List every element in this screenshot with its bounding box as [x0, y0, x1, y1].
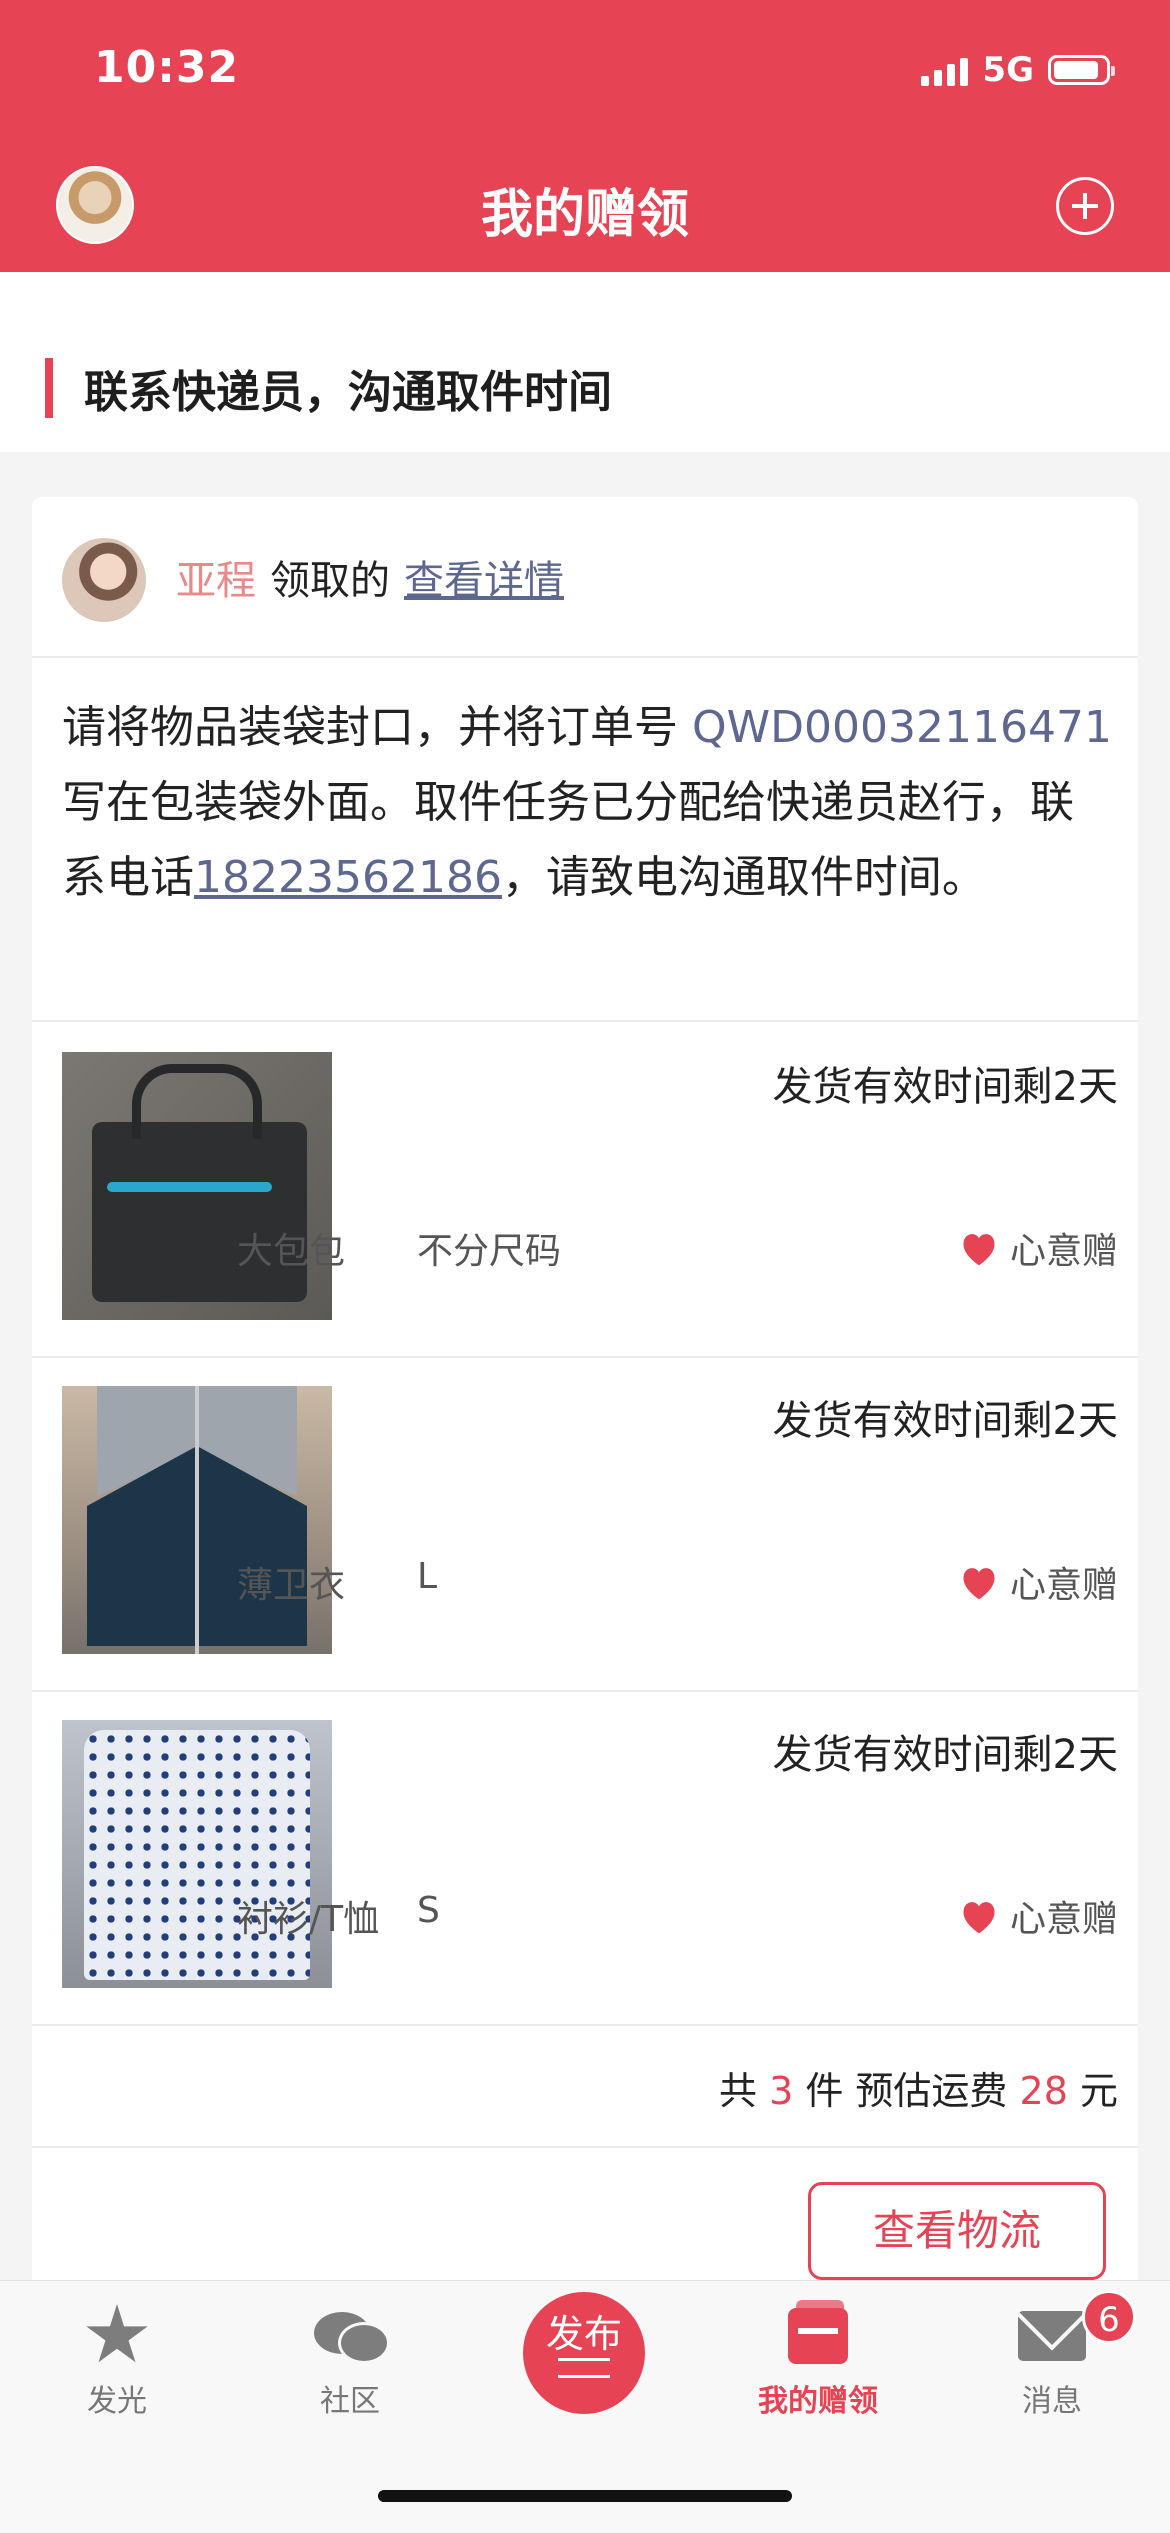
item-type-label: 心意赠 — [1009, 1899, 1118, 1940]
divider — [32, 1690, 1138, 1692]
tab-community[interactable]: 社区 — [250, 2300, 450, 2420]
star-icon — [86, 2304, 148, 2363]
item-size: L — [417, 1556, 438, 1597]
battery-icon — [1048, 55, 1115, 85]
signal-icon — [921, 54, 969, 86]
order-summary: 共 3 件 预估运费 28 元 — [719, 2060, 1118, 2115]
mail-icon — [1018, 2311, 1086, 2361]
claimer-name[interactable]: 亚程 — [176, 558, 256, 604]
home-indicator[interactable] — [378, 2490, 792, 2502]
claim-verb: 领取的 — [270, 558, 390, 604]
list-item[interactable]: 发货有效时间剩2天 薄卫衣 L 心意赠 — [32, 1366, 1138, 1702]
item-name: 大包包 — [237, 1231, 346, 1272]
add-icon[interactable] — [1056, 177, 1114, 235]
section-heading: 联系快递员，沟通取件时间 — [84, 367, 612, 418]
item-count: 3 — [769, 2069, 794, 2113]
claimer-avatar[interactable] — [62, 538, 146, 622]
item-type: 心意赠 — [958, 1890, 1118, 1942]
tab-label: 发光 — [87, 2384, 147, 2419]
ship-deadline: 发货有效时间剩2天 — [772, 1398, 1118, 1444]
view-details-link[interactable]: 查看详情 — [404, 558, 564, 604]
item-name: 衬衫/T恤 — [237, 1899, 380, 1940]
order-number: QWD00032116471 — [692, 702, 1112, 753]
pickup-instructions: 请将物品装袋封口，并将订单号 QWD00032116471 写在包装袋外面。取件… — [62, 690, 1112, 915]
tab-my-gifts[interactable]: 我的赠领 — [718, 2300, 918, 2420]
summary-fee-unit: 元 — [1079, 2069, 1118, 2113]
item-type: 心意赠 — [958, 1222, 1118, 1274]
ship-deadline: 发货有效时间剩2天 — [772, 1732, 1118, 1778]
instruction-text: ，请致电沟通取件时间。 — [501, 852, 986, 903]
status-indicators: 5G — [921, 50, 1115, 90]
page-title: 我的赠领 — [480, 185, 689, 245]
publish-button[interactable]: 发布 — [523, 2292, 645, 2414]
list-item[interactable]: 发货有效时间剩2天 衬衫/T恤 S 心意赠 — [32, 1700, 1138, 2036]
gift-box-icon — [788, 2300, 848, 2364]
item-size: 不分尺码 — [417, 1231, 562, 1272]
divider — [32, 2146, 1138, 2148]
tab-label: 消息 — [1022, 2384, 1082, 2419]
summary-prefix: 共 — [718, 2069, 757, 2113]
item-type-label: 心意赠 — [1009, 1565, 1118, 1606]
item-image — [62, 1720, 332, 1988]
summary-count-unit: 件 预估运费 — [805, 2069, 1008, 2113]
chat-bubble-icon — [314, 2308, 390, 2364]
heart-icon — [963, 1568, 995, 1600]
heart-icon — [963, 1234, 995, 1266]
publish-icon — [558, 2358, 610, 2378]
divider — [32, 2024, 1138, 2026]
divider — [32, 1356, 1138, 1358]
item-image — [62, 1386, 332, 1654]
status-time: 10:32 — [94, 42, 240, 93]
claimer-line: 亚程 领取的 查看详情 — [176, 548, 564, 606]
ship-deadline: 发货有效时间剩2天 — [772, 1064, 1118, 1110]
view-logistics-button[interactable]: 查看物流 — [808, 2182, 1106, 2280]
item-image — [62, 1052, 332, 1320]
item-type: 心意赠 — [958, 1556, 1118, 1608]
heading-accent-bar — [45, 358, 53, 418]
courier-phone-link[interactable]: 18223562186 — [194, 852, 502, 903]
divider — [32, 656, 1138, 658]
tab-discover[interactable]: 发光 — [17, 2300, 217, 2420]
shipping-fee: 28 — [1019, 2069, 1068, 2113]
publish-label: 发布 — [545, 2312, 622, 2356]
tab-label: 我的赠领 — [758, 2384, 878, 2419]
item-name: 薄卫衣 — [237, 1565, 346, 1606]
tab-label: 社区 — [320, 2384, 380, 2419]
network-type: 5G — [982, 50, 1034, 90]
message-badge: 6 — [1082, 2290, 1136, 2344]
item-type-label: 心意赠 — [1009, 1231, 1118, 1272]
list-item[interactable]: 发货有效时间剩2天 大包包 不分尺码 心意赠 — [32, 1032, 1138, 1368]
instruction-text: 请将物品装袋封口，并将订单号 — [62, 702, 692, 753]
divider — [32, 1020, 1138, 1022]
item-size: S — [417, 1890, 440, 1931]
heart-icon — [963, 1902, 995, 1934]
